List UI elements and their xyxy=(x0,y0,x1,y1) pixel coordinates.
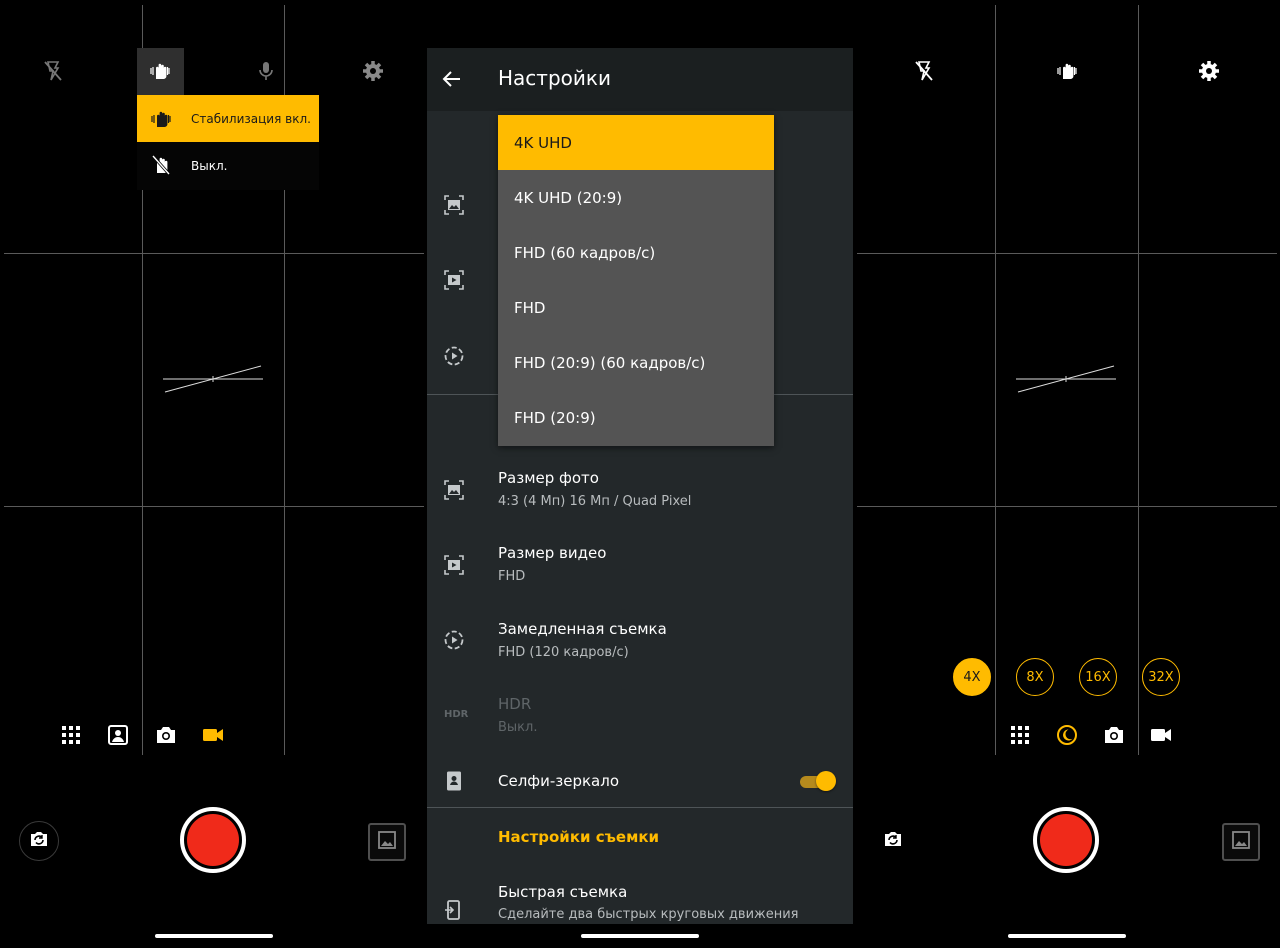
dropdown-option[interactable]: FHD (60 кадров/с) xyxy=(498,225,774,280)
grid-line xyxy=(1138,5,1139,755)
dropdown-option[interactable]: FHD xyxy=(498,280,774,335)
home-indicator[interactable] xyxy=(581,934,699,938)
dropdown-option[interactable]: 4K UHD xyxy=(498,115,774,170)
night-mode-icon[interactable] xyxy=(1054,722,1080,748)
microphone-icon[interactable] xyxy=(253,58,279,84)
video-icon[interactable] xyxy=(1148,722,1174,748)
stabilization-off-option[interactable]: Выкл. xyxy=(137,142,319,189)
record-button[interactable] xyxy=(180,807,246,873)
dropdown-option[interactable]: FHD (20:9) (60 кадров/с) xyxy=(498,335,774,390)
stabilization-icon[interactable] xyxy=(147,58,173,84)
photo-size-icon xyxy=(443,194,465,216)
row-subtitle: Выкл. xyxy=(498,720,538,735)
row-title: HDR xyxy=(498,695,532,713)
level-indicator xyxy=(163,364,265,398)
stabilization-off-icon xyxy=(149,153,173,181)
gallery-icon xyxy=(376,829,398,855)
zoom-8x-button[interactable]: 8X xyxy=(1016,658,1054,696)
stabilization-menu: Стабилизация вкл. Выкл. xyxy=(137,95,319,190)
flash-off-icon[interactable] xyxy=(40,58,66,84)
hdr-icon: HDR xyxy=(444,709,469,720)
grid-line xyxy=(857,253,1277,254)
row-title: Замедленная съемка xyxy=(498,620,667,638)
grid-line xyxy=(4,253,424,254)
row-subtitle: Сделайте два быстрых круговых движения xyxy=(498,907,799,922)
divider xyxy=(427,807,853,808)
slow-motion-icon xyxy=(443,629,465,651)
zoom-4x-button[interactable]: 4X xyxy=(953,658,991,696)
row-title: Селфи-зеркало xyxy=(498,772,620,790)
video-icon[interactable] xyxy=(200,722,226,748)
dropdown-option[interactable]: 4K UHD (20:9) xyxy=(498,170,774,225)
grid-apps-icon[interactable] xyxy=(58,722,84,748)
selfie-mirror-icon xyxy=(443,770,465,792)
video-size-icon xyxy=(443,269,465,291)
portrait-icon[interactable] xyxy=(105,722,131,748)
camera-icon[interactable] xyxy=(153,722,179,748)
camera-icon[interactable] xyxy=(1101,722,1127,748)
stabilization-icon xyxy=(149,107,173,135)
switch-camera-button[interactable] xyxy=(873,821,913,861)
grid-apps-icon[interactable] xyxy=(1007,722,1033,748)
back-arrow-icon[interactable] xyxy=(441,68,463,90)
row-subtitle: FHD (120 кадров/с) xyxy=(498,645,629,660)
level-indicator xyxy=(1016,364,1118,398)
flash-off-icon[interactable] xyxy=(911,58,937,84)
row-subtitle: FHD xyxy=(498,569,526,584)
settings-header: Настройки xyxy=(427,48,853,111)
page-title: Настройки xyxy=(498,66,611,90)
switch-camera-icon xyxy=(882,828,904,854)
record-button[interactable] xyxy=(1033,807,1099,873)
stabilization-on-label: Стабилизация вкл. xyxy=(191,111,311,126)
video-size-icon xyxy=(443,554,465,576)
slow-motion-icon xyxy=(443,345,465,367)
section-header: Настройки съемки xyxy=(498,828,660,846)
row-title: Быстрая съемка xyxy=(498,883,628,901)
home-indicator[interactable] xyxy=(1008,934,1126,938)
grid-line xyxy=(995,5,996,755)
row-title: Размер видео xyxy=(498,544,607,562)
gear-icon[interactable] xyxy=(360,58,386,84)
row-subtitle: 4:3 (4 Мп) 16 Мп / Quad Pixel xyxy=(498,494,692,509)
gallery-icon xyxy=(1230,829,1252,855)
stabilization-off-label: Выкл. xyxy=(191,158,228,173)
dropdown-option[interactable]: FHD (20:9) xyxy=(498,390,774,445)
gallery-button[interactable] xyxy=(368,823,406,861)
switch-camera-button[interactable] xyxy=(19,821,59,861)
video-resolution-dropdown: 4K UHD 4K UHD (20:9) FHD (60 кадров/с) F… xyxy=(498,115,774,446)
zoom-32x-button[interactable]: 32X xyxy=(1142,658,1180,696)
quick-capture-icon xyxy=(443,899,465,921)
gallery-button[interactable] xyxy=(1222,823,1260,861)
grid-line xyxy=(4,506,424,507)
stabilization-on-option[interactable]: Стабилизация вкл. xyxy=(137,95,319,142)
row-title: Размер фото xyxy=(498,469,599,487)
toggle-thumb xyxy=(816,771,836,791)
grid-line xyxy=(857,506,1277,507)
photo-size-icon xyxy=(443,479,465,501)
zoom-16x-button[interactable]: 16X xyxy=(1079,658,1117,696)
gear-icon[interactable] xyxy=(1196,58,1222,84)
stabilization-icon[interactable] xyxy=(1054,58,1080,84)
switch-camera-icon xyxy=(28,828,50,854)
settings-panel: Настройки Размер фото 4:3 (4 Мп) 16 Мп /… xyxy=(427,48,853,924)
home-indicator[interactable] xyxy=(155,934,273,938)
